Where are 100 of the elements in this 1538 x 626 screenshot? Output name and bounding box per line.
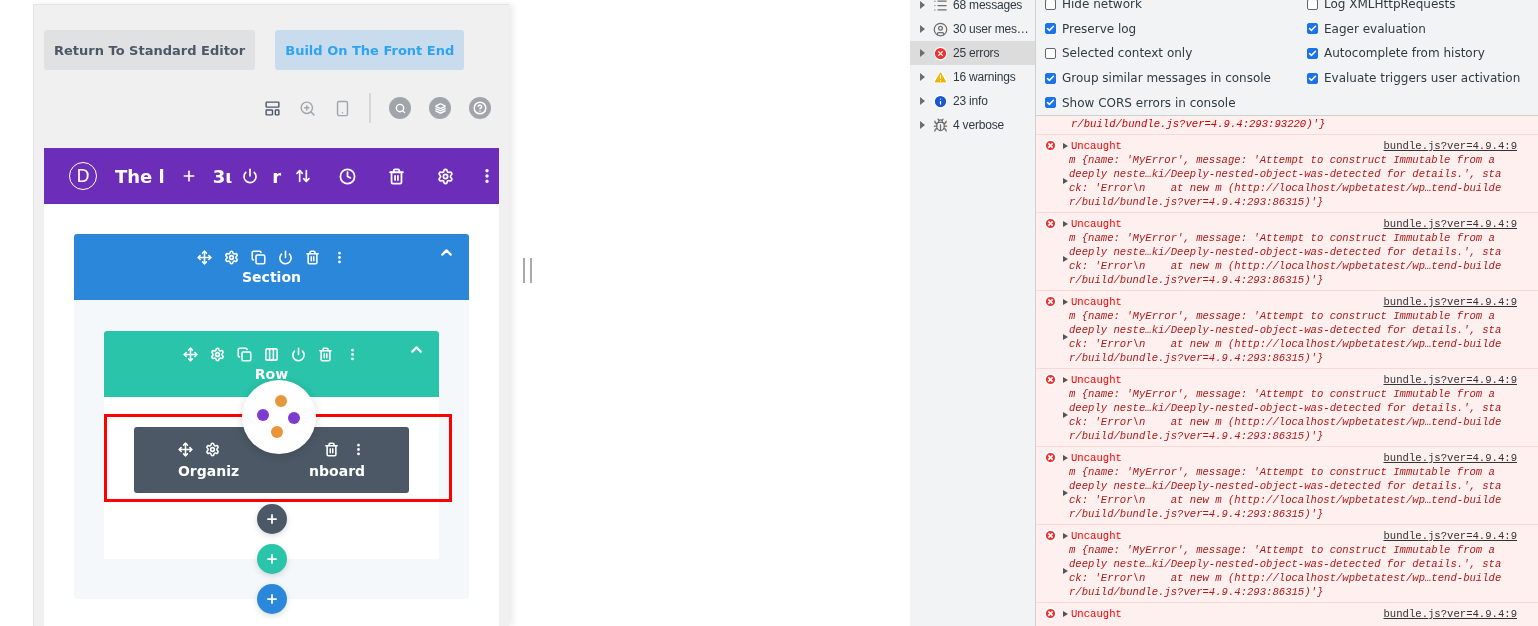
setting-label: Eager evaluation: [1324, 21, 1426, 36]
console-line: m {name: 'MyError', message: 'Attempt to construct Immutable from a: [1069, 464, 1495, 479]
sort-icon[interactable]: [295, 168, 312, 184]
layout-icon[interactable]: [264, 99, 281, 117]
source-link[interactable]: bundle.js?ver=4.9.4:9: [1383, 373, 1517, 386]
expand-icon[interactable]: [1063, 255, 1068, 262]
move-icon[interactable]: [177, 441, 193, 457]
sidebar-item[interactable]: 68 messages: [910, 0, 1035, 17]
console-line: deeply neste…ki/Deeply-nested-object-was-detected for details.', sta: [1069, 400, 1502, 415]
trash-icon[interactable]: [304, 249, 320, 265]
expand-icon[interactable]: [1063, 567, 1068, 574]
console-line: deeply neste…ki/Deeply-nested-object-was-detected for details.', sta: [1069, 556, 1502, 571]
bug-icon: [933, 117, 948, 133]
layers-icon: [434, 102, 446, 114]
page-title: r: [272, 165, 282, 187]
console-line: deeply neste…ki/Deeply-nested-object-was-detected for details.', sta: [1069, 166, 1502, 181]
expand-icon[interactable]: [1063, 489, 1068, 496]
expand-icon[interactable]: [1063, 376, 1068, 383]
console-line: deeply neste…ki/Deeply-nested-object-was-detected for details.', sta: [1069, 244, 1502, 259]
copy-icon[interactable]: [250, 249, 266, 265]
error-title: Uncaught: [1071, 607, 1122, 620]
console-line: ck: 'Error\n at new m (http://localhost/wpbetatest/wp…tend-builde: [1069, 414, 1502, 429]
console-line: m {name: 'MyError', message: 'Attempt to construct Immutable from a: [1069, 386, 1495, 401]
checkbox[interactable]: [1307, 72, 1318, 84]
expand-icon[interactable]: [1063, 220, 1068, 227]
add-section-button[interactable]: [256, 584, 287, 614]
console-line: ck: 'Error\n at new m (http://localhost/wpbetatest/wp…tend-builde: [1069, 570, 1502, 585]
console-line: m {name: 'MyError', message: 'Attempt to construct Immutable from a: [1069, 230, 1495, 245]
setting-label: Evaluate triggers user activation: [1324, 71, 1521, 86]
checkbox[interactable]: [1045, 72, 1056, 84]
console-line: m {name: 'MyError', message: 'Attempt to construct Immutable from a: [1069, 542, 1495, 557]
error-icon: [1044, 528, 1057, 542]
source-link[interactable]: bundle.js?ver=4.9.4:9: [1383, 607, 1517, 620]
source-link[interactable]: bundle.js?ver=4.9.4:9: [1383, 295, 1517, 308]
expand-icon[interactable]: [1063, 610, 1068, 617]
error-icon: [1044, 294, 1057, 308]
console-line: r/build/bundle.js?ver=4.9.4:293:86315)'}: [1069, 272, 1324, 287]
expand-icon[interactable]: [1063, 411, 1068, 418]
move-icon[interactable]: [196, 249, 212, 265]
source-link[interactable]: bundle.js?ver=4.9.4:9: [1383, 217, 1517, 230]
checkbox[interactable]: [1045, 97, 1056, 109]
error-icon: [1044, 606, 1057, 620]
resize-handle[interactable]: [523, 258, 532, 283]
expand-icon[interactable]: [1063, 454, 1068, 461]
setting-label: Autocomplete from history: [1324, 46, 1485, 61]
console-line: m {name: 'MyError', message: 'Attempt to construct Immutable from a: [1069, 308, 1495, 323]
error-title: Uncaught: [1071, 295, 1122, 308]
source-link[interactable]: bundle.js?ver=4.9.4:9: [1383, 139, 1517, 152]
warning-icon: [933, 69, 948, 85]
power-icon[interactable]: [242, 168, 259, 184]
module-label: nboard: [309, 462, 366, 479]
expand-icon[interactable]: [1063, 532, 1068, 539]
info-icon: [933, 93, 948, 109]
plus-icon: [264, 592, 279, 606]
checkbox[interactable]: [1307, 0, 1318, 10]
settings-icon[interactable]: [204, 441, 220, 457]
console-line: deeply neste…ki/Deeply-nested-object-was-detected for details.', sta: [1069, 322, 1502, 337]
trash-icon[interactable]: [388, 167, 406, 185]
add-module-button[interactable]: [256, 504, 287, 534]
source-link[interactable]: bundle.js?ver=4.9.4:9: [1383, 529, 1517, 542]
search-icon: [394, 102, 406, 114]
sidebar-item[interactable]: 25 errors: [910, 41, 1035, 65]
expand-icon[interactable]: [1063, 177, 1068, 184]
setting-label: Group similar messages in console: [1062, 71, 1271, 86]
console-line: m {name: 'MyError', message: 'Attempt to construct Immutable from a: [1069, 152, 1495, 167]
standard-editor-button[interactable]: Return To Standard Editor: [44, 30, 256, 70]
checkbox[interactable]: [1307, 23, 1318, 35]
plus-icon: [264, 512, 279, 526]
expand-icon[interactable]: [1063, 142, 1068, 149]
sidebar-item[interactable]: 30 user mes…: [910, 17, 1035, 41]
power-icon[interactable]: [277, 249, 293, 265]
expand-icon[interactable]: [1063, 333, 1068, 340]
source-link[interactable]: bundle.js?ver=4.9.4:9: [1383, 451, 1517, 464]
sidebar-item[interactable]: 23 info: [910, 89, 1035, 113]
sidebar-item[interactable]: 4 verbose: [910, 113, 1035, 137]
settings-icon[interactable]: [223, 249, 239, 265]
row-label: Row: [254, 365, 289, 382]
trash-icon[interactable]: [323, 441, 339, 457]
setting-label: Log XMLHttpRequests: [1324, 0, 1456, 12]
error-title: Uncaught: [1071, 139, 1122, 152]
expand-icon[interactable]: [1063, 298, 1068, 305]
settings-icon[interactable]: [437, 167, 455, 185]
setting-label: Selected context only: [1062, 46, 1193, 61]
console-line: ck: 'Error\n at new m (http://localhost/wpbetatest/wp…tend-builde: [1069, 336, 1502, 351]
checkbox[interactable]: [1045, 48, 1056, 59]
sidebar-item[interactable]: 16 warnings: [910, 65, 1035, 89]
console-line: ck: 'Error\n at new m (http://localhost/wpbetatest/wp…tend-builde: [1069, 258, 1502, 273]
checkbox[interactable]: [1045, 0, 1056, 10]
error-title: Uncaught: [1071, 451, 1122, 464]
checkbox[interactable]: [1045, 23, 1056, 35]
page-title: 3ι: [212, 165, 233, 187]
setting-label: Hide network: [1062, 0, 1142, 12]
history-icon[interactable]: [339, 167, 357, 185]
error-icon: [1044, 216, 1057, 230]
console-line: deeply neste…ki/Deeply-nested-object-was-detected for details.', sta: [1069, 478, 1502, 493]
checkbox[interactable]: [1307, 48, 1318, 59]
error-title: Uncaught: [1071, 373, 1122, 386]
console-line: ck: 'Error\n at new m (http://localhost/wpbetatest/wp…tend-builde: [1069, 492, 1502, 507]
console-line: r/build/bundle.js?ver=4.9.4:293:86315)'}: [1069, 584, 1324, 599]
console-line: r/build/bundle.js?ver=4.9.4:293:86315)'}: [1069, 350, 1324, 365]
